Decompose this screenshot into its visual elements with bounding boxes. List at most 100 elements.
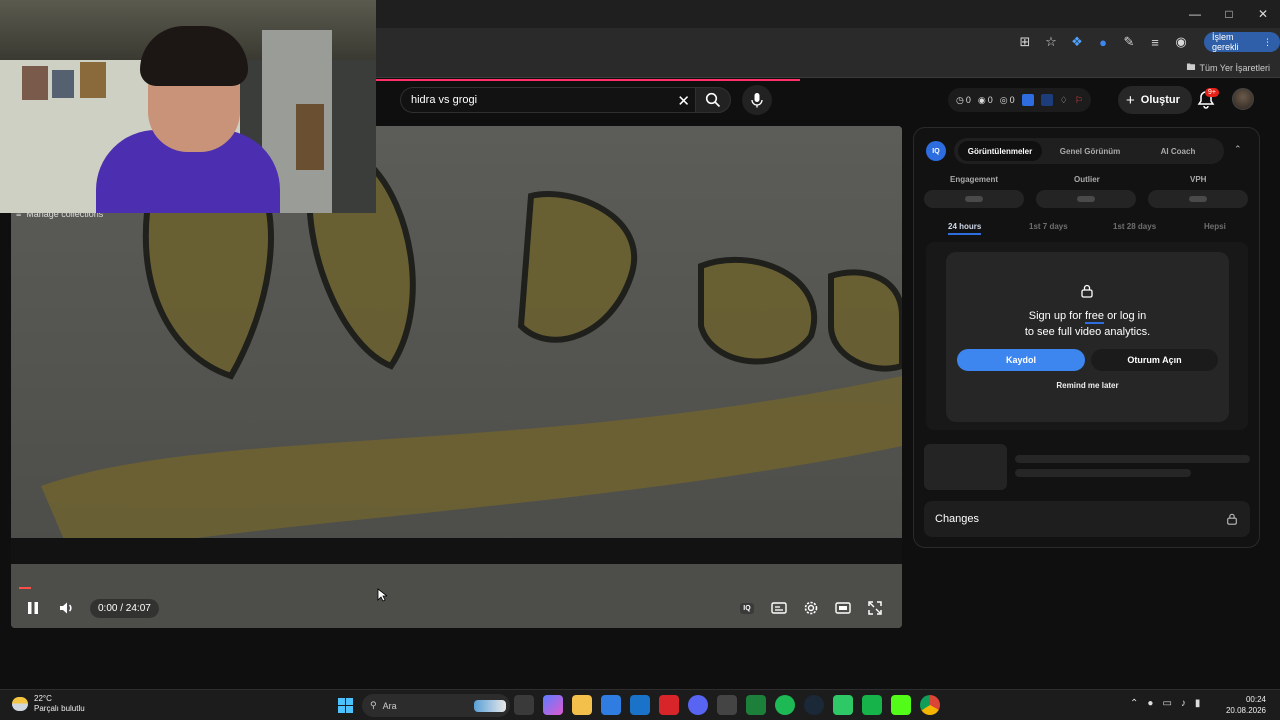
search-query: hidra vs grogi <box>411 94 478 106</box>
search-icon: ⚲ <box>370 700 377 710</box>
tab-views[interactable]: Görüntülenmeler <box>958 141 1042 161</box>
clock-time: 00:24 <box>1245 695 1266 704</box>
create-button[interactable]: + Oluştur <box>1118 86 1192 114</box>
windows-taskbar: 22°C Parçalı bulutlu ⚲ Ara ⌃ ● ▭ ♪ ▮ 00:… <box>0 689 1280 720</box>
taskbar-search[interactable]: ⚲ Ara <box>362 694 510 717</box>
steam-icon[interactable] <box>804 695 824 715</box>
pinned-apps <box>514 695 940 715</box>
metric-engagement-label: Engagement <box>950 175 999 184</box>
action-required-button[interactable]: İşlem gerekli ⋮ <box>1204 32 1280 52</box>
whatsapp-icon[interactable] <box>833 695 853 715</box>
start-button[interactable] <box>338 698 353 713</box>
system-tray: ⌃ ● ▭ ♪ ▮ <box>1130 698 1200 709</box>
stat-views-value: 0 <box>987 95 993 105</box>
close-icon[interactable]: ✕ <box>1246 0 1280 28</box>
avatar[interactable] <box>1232 88 1254 110</box>
signup-button[interactable]: Kaydol <box>957 349 1085 371</box>
theater-icon <box>835 602 851 614</box>
app-l-icon[interactable] <box>659 695 679 715</box>
outlook-icon[interactable] <box>630 695 650 715</box>
media-control-icon[interactable]: ≡ <box>1146 33 1164 51</box>
period-28d[interactable]: 1st 28 days <box>1113 222 1156 231</box>
tab-ai-coach[interactable]: AI Coach <box>1136 141 1220 161</box>
plus-icon: + <box>1126 91 1135 109</box>
pause-button[interactable] <box>22 597 44 619</box>
profile-icon[interactable]: ◉ <box>1172 33 1190 51</box>
maximize-icon[interactable]: □ <box>1212 0 1246 28</box>
period-24h[interactable]: 24 hours <box>948 222 982 235</box>
file-explorer-icon[interactable] <box>572 695 592 715</box>
extension-x-icon[interactable] <box>1021 94 1034 106</box>
address-bar[interactable] <box>376 28 1066 56</box>
changes-section[interactable]: Changes <box>924 501 1250 537</box>
alert-icon[interactable]: ⚐ <box>1075 95 1083 106</box>
lock-icon <box>1227 513 1237 525</box>
clock-date: 20.08.2026 <box>1225 706 1266 715</box>
kick-icon[interactable] <box>891 695 911 715</box>
modal-text-post: or log in <box>1104 310 1147 322</box>
search-highlight-image <box>474 699 506 712</box>
weather-temp: 22°C <box>34 694 52 703</box>
search-input[interactable]: hidra vs grogi ✕ <box>400 87 696 113</box>
weather-widget[interactable]: 22°C Parçalı bulutlu <box>12 694 85 714</box>
display-icon[interactable]: ▭ <box>1162 698 1171 709</box>
iq-extension-button[interactable]: IQ <box>736 597 758 619</box>
extensions-icon[interactable]: ✎ <box>1120 33 1138 51</box>
chrome-icon[interactable] <box>920 695 940 715</box>
speaker-icon[interactable]: ♪ <box>1181 698 1186 709</box>
remind-later-link[interactable]: Remind me later <box>946 381 1229 390</box>
extension-audio-icon[interactable]: ❖ <box>1068 33 1086 51</box>
theater-button[interactable] <box>832 597 854 619</box>
all-bookmarks-button[interactable]: 🖿 Tüm Yer İşaretleri <box>1186 60 1270 76</box>
store-icon[interactable] <box>601 695 621 715</box>
all-bookmarks-label: Tüm Yer İşaretleri <box>1199 63 1270 73</box>
taskbar-search-placeholder: Ara <box>382 700 397 711</box>
battery-icon[interactable]: ▮ <box>1195 698 1201 709</box>
taskbar-clock[interactable]: 00:24 20.08.2026 <box>1226 694 1266 716</box>
clear-search-icon[interactable]: ✕ <box>677 92 690 110</box>
extension-list-icon[interactable] <box>1040 94 1053 106</box>
copilot-icon[interactable] <box>543 695 563 715</box>
fullscreen-icon <box>868 601 882 615</box>
install-icon[interactable]: ⊞ <box>1016 33 1034 51</box>
volume-button[interactable] <box>56 597 78 619</box>
login-button[interactable]: Oturum Açın <box>1091 349 1218 371</box>
changes-label: Changes <box>935 513 980 525</box>
task-view-icon[interactable] <box>514 695 534 715</box>
metric-vph-value <box>1148 190 1248 208</box>
lock-icon <box>1081 284 1093 298</box>
fullscreen-button[interactable] <box>864 597 886 619</box>
green-app-icon[interactable] <box>862 695 882 715</box>
captions-button[interactable] <box>768 597 790 619</box>
bookmark-star-icon[interactable]: ☆ <box>1042 33 1060 51</box>
thumbnail-placeholder <box>924 444 1007 490</box>
minimize-icon[interactable]: — <box>1178 0 1212 28</box>
chevron-up-icon[interactable]: ⌃ <box>1234 144 1242 155</box>
partly-cloudy-icon <box>12 697 28 711</box>
settings-button[interactable] <box>800 597 822 619</box>
progress-bar[interactable] <box>19 587 31 589</box>
period-all[interactable]: Hepsi <box>1204 222 1226 231</box>
webcam-poster <box>52 70 74 98</box>
stat-watch-value: 0 <box>1009 95 1015 105</box>
chevron-up-icon[interactable]: ⌃ <box>1130 698 1138 709</box>
metric-engagement-value <box>924 190 1024 208</box>
spotify-icon[interactable] <box>775 695 795 715</box>
modal-text-free: free <box>1085 310 1105 324</box>
app-dark-icon[interactable] <box>717 695 737 715</box>
voice-search-button[interactable] <box>742 85 772 115</box>
extension-stats-bar[interactable]: ◷ 0 ◉ 0 ◎ 0 ♢ ⚐ <box>948 88 1091 112</box>
trophy-icon[interactable]: ♢ <box>1060 95 1068 106</box>
mic-icon <box>751 93 763 108</box>
period-7d[interactable]: 1st 7 days <box>1029 222 1068 231</box>
discord-icon[interactable] <box>688 695 708 715</box>
play-app-icon[interactable] <box>746 695 766 715</box>
search-icon <box>705 92 721 108</box>
tab-overview[interactable]: Genel Görünüm <box>1048 141 1132 161</box>
clock-icon: ◷ <box>956 94 964 105</box>
screen: — □ ✕ ⊞ ☆ ❖ ● ✎ ≡ ◉ İşlem gerekli ⋮ 🖿 Tü… <box>0 0 1280 720</box>
search-button[interactable] <box>695 87 731 113</box>
player-controls-right: IQ <box>736 597 886 619</box>
extension-blue-icon[interactable]: ● <box>1094 33 1112 51</box>
mic-icon[interactable]: ● <box>1147 698 1153 709</box>
